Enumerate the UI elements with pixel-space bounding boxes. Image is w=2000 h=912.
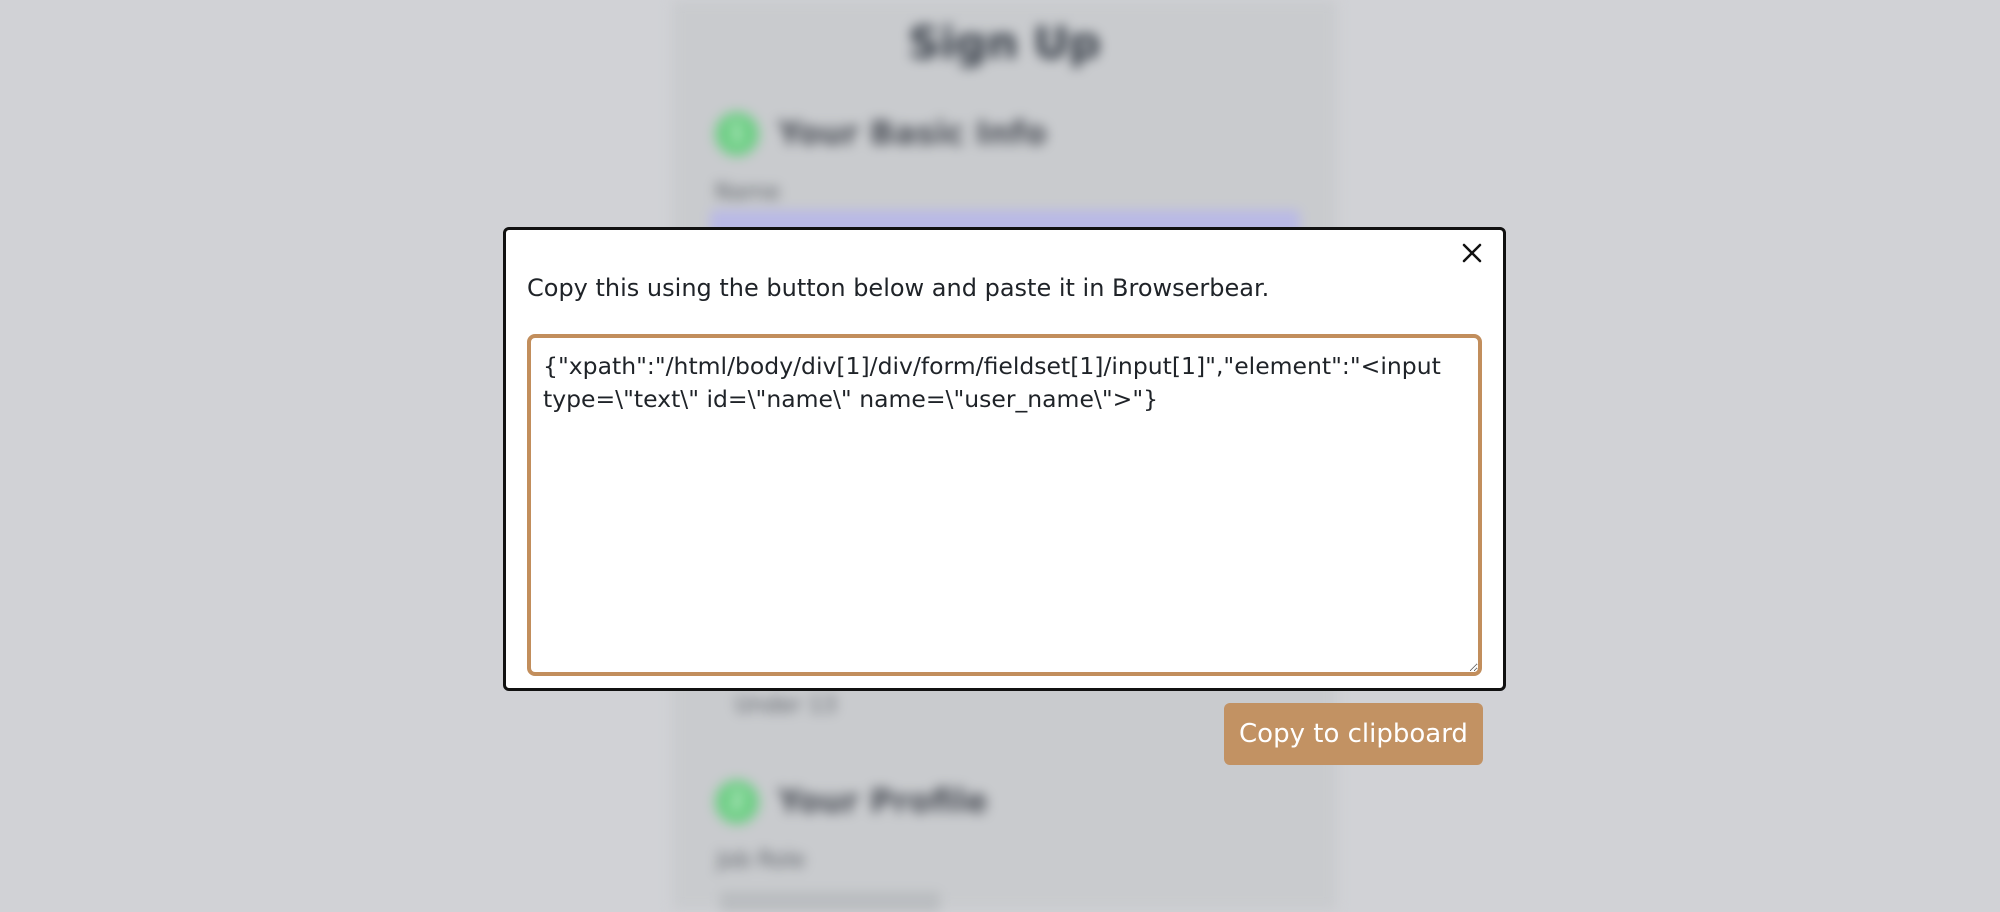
- close-button[interactable]: [1457, 238, 1487, 268]
- signup-title: Sign Up: [908, 18, 1101, 69]
- selector-code-textarea[interactable]: {"xpath":"/html/body/div[1]/div/form/fie…: [527, 334, 1482, 676]
- dialog-instructions: Copy this using the button below and pas…: [527, 274, 1270, 302]
- name-label: Name: [715, 180, 780, 205]
- step-badge: 1: [715, 112, 759, 156]
- section-title-profile: Your Profile: [778, 782, 988, 820]
- faint-link: Under 13: [735, 693, 837, 718]
- step-badge: 2: [715, 780, 759, 824]
- close-icon: [1462, 243, 1482, 263]
- copy-dialog: Copy this using the button below and pas…: [503, 227, 1506, 691]
- section-title-basic-info: Your Basic Info: [778, 114, 1047, 152]
- job-role-label: Job Role: [717, 848, 806, 873]
- job-role-field: [720, 892, 940, 912]
- copy-to-clipboard-button[interactable]: Copy to clipboard: [1224, 703, 1483, 765]
